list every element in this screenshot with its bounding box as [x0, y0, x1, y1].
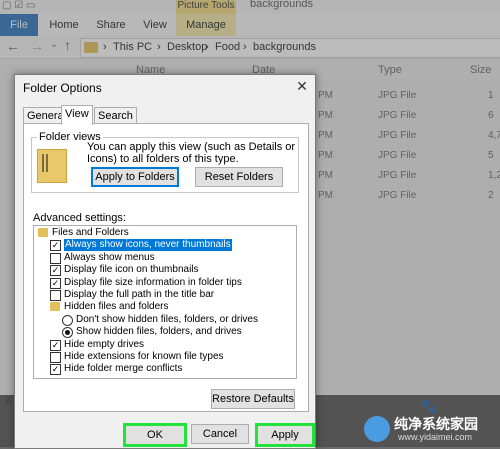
- checkbox-checked[interactable]: ✓: [50, 339, 61, 351]
- checkbox-checked[interactable]: ✓: [50, 364, 61, 376]
- folder-views-description: You can apply this view (such as Details…: [87, 141, 296, 165]
- folder-icon: [50, 302, 60, 312]
- setting-label: Display file size information in folder …: [64, 276, 242, 288]
- radio-button[interactable]: [62, 327, 73, 339]
- ok-button[interactable]: OK: [123, 423, 187, 447]
- settings-radio-row[interactable]: Show hidden files, folders, and drives: [34, 326, 282, 339]
- settings-checkbox-row[interactable]: Hide extensions for known file types: [34, 351, 282, 363]
- folder-icon: [38, 228, 48, 237]
- folder-options-dialog: Folder Options ✕ General View Search Fol…: [14, 74, 316, 449]
- settings-folder-row: Hidden files and folders: [34, 301, 282, 313]
- reset-folders-button[interactable]: Reset Folders: [195, 167, 283, 187]
- checkbox-checked[interactable]: ✓: [50, 277, 61, 289]
- setting-label: Hide empty drives: [64, 338, 145, 350]
- setting-label: Always show menus: [64, 251, 155, 263]
- checkbox-checked[interactable]: ✓: [50, 240, 61, 252]
- setting-label: Display the full path in the title bar: [64, 289, 215, 300]
- settings-checkbox-row[interactable]: ✓ Hide folder merge conflicts: [34, 363, 282, 376]
- watermark-text: 纯净系统家园: [394, 416, 478, 432]
- setting-label: Hidden files and folders: [64, 301, 169, 313]
- settings-checkbox-row[interactable]: ✓ Hide empty drives: [34, 339, 282, 351]
- checkbox-unchecked[interactable]: [50, 352, 61, 363]
- settings-checkbox-row[interactable]: Display the full path in the title bar: [34, 289, 282, 301]
- restore-defaults-button[interactable]: Restore Defaults: [211, 389, 295, 409]
- setting-label: Files and Folders: [52, 227, 129, 238]
- apply-to-folders-button[interactable]: Apply to Folders: [91, 167, 179, 187]
- setting-label: Hide extensions for known file types: [64, 351, 224, 362]
- advanced-settings-list[interactable]: Files and Folders ✓ Always show icons, nev…: [33, 225, 297, 379]
- close-icon[interactable]: ✕: [293, 77, 311, 95]
- watermark-logo-icon: [364, 416, 390, 442]
- apply-button[interactable]: Apply: [255, 423, 315, 447]
- settings-checkbox-row[interactable]: ✓ Display file size information in folder…: [34, 277, 282, 289]
- settings-radio-row[interactable]: Don't show hidden files, folders, or dri…: [34, 314, 282, 326]
- dialog-title: Folder Options: [23, 81, 102, 95]
- folder-view-icon: [37, 149, 67, 183]
- setting-label: Display file icon on thumbnails: [64, 264, 199, 276]
- setting-label: Always show icons, never thumbnails: [64, 239, 232, 252]
- folder-view-icon-detail: [42, 154, 50, 172]
- settings-checkbox-row[interactable]: ✓ Display file icon on thumbnails: [34, 264, 282, 277]
- checkbox-checked[interactable]: ✓: [50, 265, 61, 277]
- checkbox-unchecked[interactable]: [50, 290, 61, 301]
- settings-folder-row: Files and Folders: [34, 227, 282, 239]
- tab-view-active[interactable]: View: [61, 105, 93, 125]
- watermark-url: www.yidaimei.com: [398, 432, 473, 442]
- settings-checkbox-row[interactable]: ✓ Always show icons, never thumbnails: [34, 239, 282, 252]
- setting-label: Show hidden files, folders, and drives: [76, 326, 242, 338]
- setting-label: Hide folder merge conflicts: [64, 363, 183, 375]
- cancel-button[interactable]: Cancel: [191, 424, 249, 444]
- advanced-settings-label: Advanced settings:: [33, 212, 126, 224]
- radio-button[interactable]: [62, 314, 73, 326]
- setting-label: Don't show hidden files, folders, or dri…: [76, 313, 258, 325]
- checkbox-unchecked[interactable]: [50, 252, 61, 264]
- settings-checkbox-row[interactable]: Always show menus: [34, 252, 282, 264]
- tab-search[interactable]: Search: [94, 107, 137, 124]
